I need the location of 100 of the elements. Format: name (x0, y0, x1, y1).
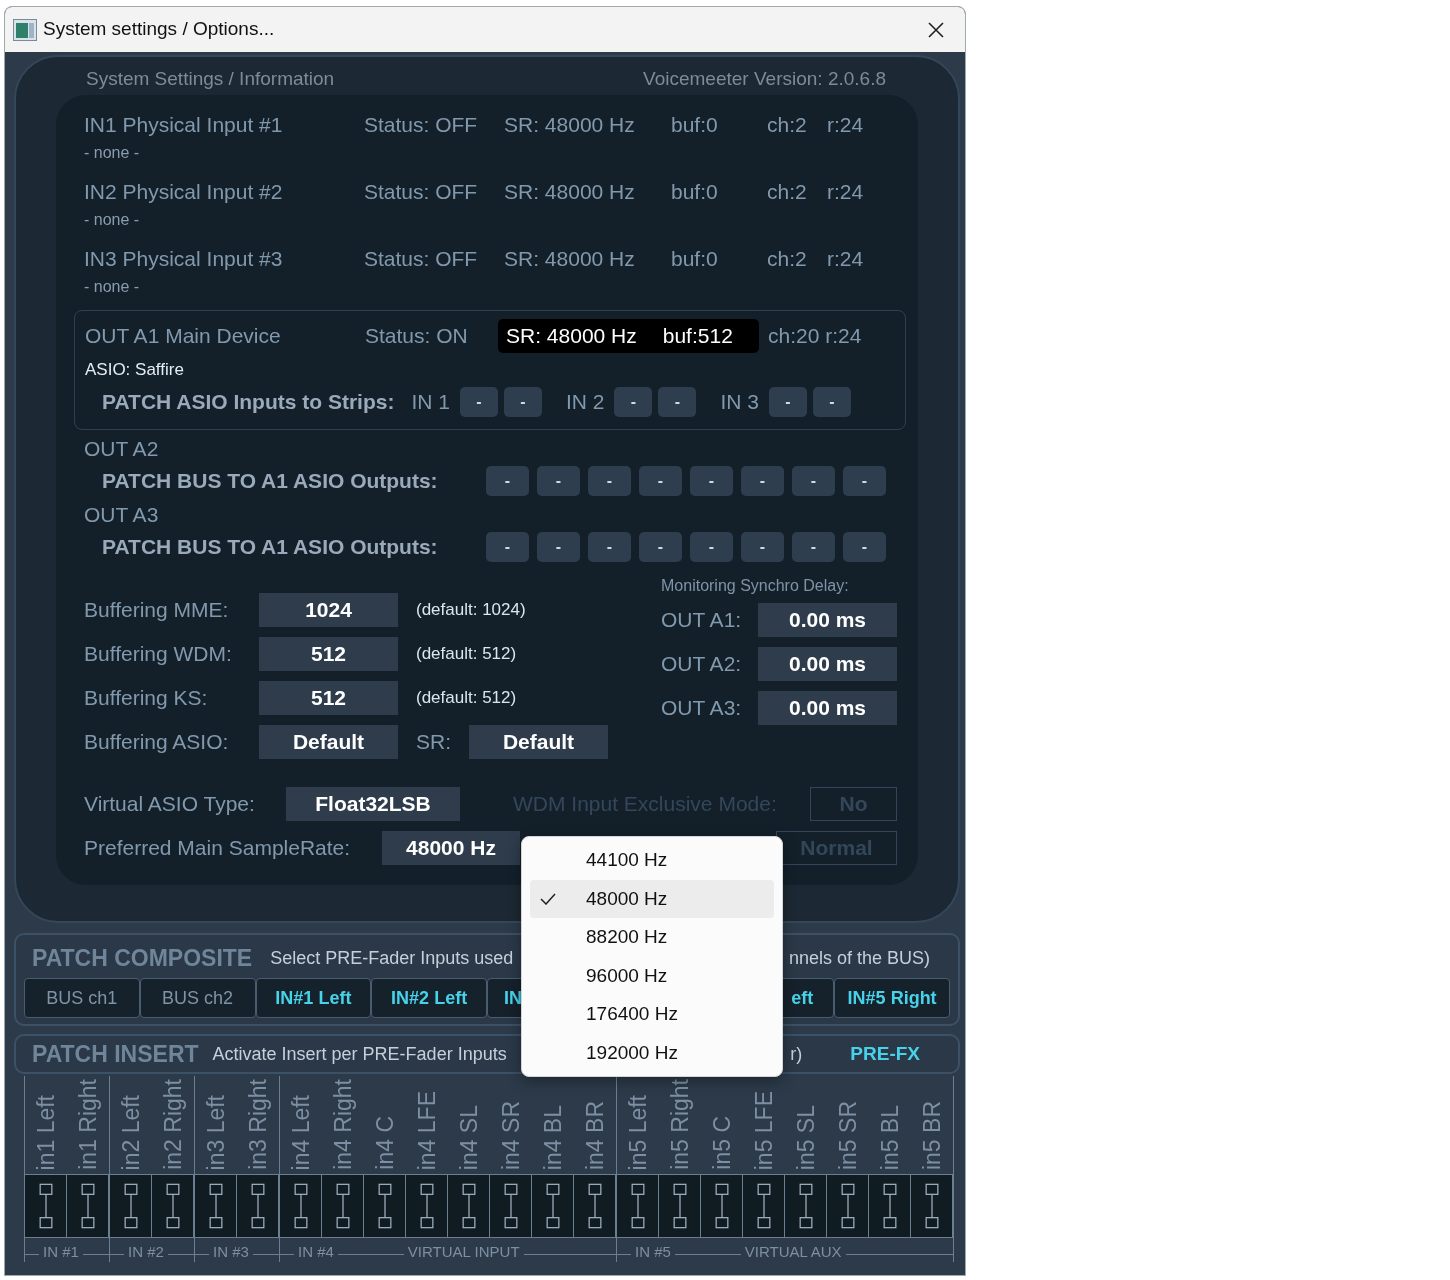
patch-button[interactable]: - (813, 387, 851, 417)
patch-button[interactable]: - (690, 466, 733, 496)
section-title: PATCH INSERT (32, 1039, 199, 1069)
description-text: r) (790, 1042, 803, 1066)
patch-button[interactable]: - (741, 532, 784, 562)
close-icon (927, 20, 945, 39)
patch-button[interactable]: - (588, 532, 631, 562)
delay-label: OUT A1: (661, 607, 743, 634)
group-label: IN #2 (128, 1244, 164, 1259)
sample-rate-text: SR: 48000 Hz (504, 179, 636, 206)
status-text: Status: OFF (364, 112, 479, 139)
patch-button[interactable]: - (792, 466, 835, 496)
buffer-text: buf:0 (671, 112, 719, 139)
buffer-field[interactable]: 1024 (259, 593, 398, 627)
device-name: - none - (84, 211, 140, 228)
sample-rate-label: Preferred Main SampleRate: (84, 835, 352, 862)
patch-button[interactable]: - (843, 466, 886, 496)
buffer-text: buf:512 (662, 323, 733, 350)
patch-button[interactable]: - (588, 466, 631, 496)
device-name: - none - (84, 144, 140, 161)
status-text: Status: ON (365, 323, 469, 350)
input-name: IN2 Physical Input #2 (84, 179, 284, 206)
patch-label: PATCH BUS TO A1 ASIO Outputs: (102, 534, 439, 561)
output-name: OUT A2 (84, 437, 159, 460)
channel-label: in4 C (372, 1116, 398, 1170)
delay-label: OUT A2: (661, 651, 743, 678)
buffer-text: buf:0 (671, 246, 719, 273)
buffer-label: Buffering WDM: (84, 641, 233, 668)
patch-button[interactable]: - (658, 387, 697, 417)
default-note: (default: 1024) (416, 599, 526, 622)
status-text: Status: OFF (364, 179, 479, 206)
patch-button[interactable]: - (537, 532, 580, 562)
check-icon (540, 892, 556, 905)
output-name: OUT A3 (84, 503, 159, 526)
asio-type-field[interactable]: Float32LSB (286, 787, 460, 821)
patch-button[interactable]: - (503, 387, 542, 417)
buffer-text: buf:0 (671, 179, 719, 206)
composite-button[interactable]: IN#5 Right (834, 978, 950, 1018)
patch-button[interactable]: - (614, 387, 653, 417)
channels-text: ch:20 r:24 (768, 323, 862, 350)
sample-rate-field[interactable]: 48000 Hz (382, 831, 520, 865)
menu-item[interactable]: 96000 Hz (530, 956, 774, 995)
group-label: IN #3 (213, 1244, 249, 1259)
group-label: IN #1 (43, 1244, 79, 1259)
channel-label: in1 Right (75, 1079, 101, 1170)
channel-label: in5 SR (835, 1100, 861, 1170)
patch-button[interactable]: - (486, 532, 529, 562)
group-label: VIRTUAL AUX (744, 1244, 842, 1259)
delay-field[interactable]: 0.00 ms (758, 647, 897, 681)
composite-button[interactable]: BUS ch1 (24, 978, 140, 1018)
channel-label: in4 Left (288, 1094, 314, 1170)
sample-rate-text: SR: 48000 Hz (504, 246, 636, 273)
delay-field[interactable]: 0.00 ms (758, 691, 897, 725)
patch-button[interactable]: - (537, 466, 580, 496)
composite-button[interactable]: IN#1 Left (255, 978, 372, 1018)
channel-label: in5 Left (625, 1094, 651, 1170)
panel-title: System Settings / Information (86, 67, 335, 91)
group-label: IN #4 (298, 1244, 334, 1259)
mode-text: PRE-FX (850, 1041, 920, 1066)
resolution-text: r:24 (827, 179, 865, 206)
asio-type-label: Virtual ASIO Type: (84, 791, 256, 818)
channel-label: in4 BR (582, 1100, 608, 1170)
channels-text: ch:2 (767, 179, 808, 206)
menu-item[interactable]: 48000 Hz (530, 879, 774, 918)
channel-label: in3 Left (203, 1094, 229, 1170)
status-text: Status: OFF (364, 246, 479, 273)
channel-label: in5 C (709, 1116, 735, 1170)
patch-button[interactable]: - (459, 387, 498, 417)
channel-label: in4 BL (540, 1104, 566, 1170)
patch-button[interactable]: - (639, 466, 682, 496)
buffer-field[interactable]: Default (259, 725, 398, 759)
patch-button[interactable]: - (843, 532, 886, 562)
channel-label: in5 LFE (751, 1090, 777, 1170)
buffer-field[interactable]: 512 (259, 637, 398, 671)
input-label: IN 3 (720, 389, 759, 416)
patch-button[interactable]: - (690, 532, 733, 562)
channel-label: in4 Right (330, 1079, 356, 1170)
menu-item[interactable]: 192000 Hz (530, 1033, 774, 1072)
channel-label: in3 Right (245, 1079, 271, 1170)
patch-button[interactable]: - (792, 532, 835, 562)
patch-button[interactable]: - (741, 466, 784, 496)
resolution-text: r:24 (827, 112, 865, 139)
delay-field[interactable]: 0.00 ms (758, 603, 897, 637)
patch-button[interactable]: - (639, 532, 682, 562)
patch-button[interactable]: - (486, 466, 529, 496)
patch-button[interactable]: - (769, 387, 807, 417)
menu-item[interactable]: 44100 Hz (530, 841, 774, 880)
channel-label: in1 Left (33, 1094, 59, 1170)
channel-label: in2 Right (160, 1079, 186, 1170)
section-title: Monitoring Synchro Delay: (661, 576, 850, 596)
menu-item[interactable]: 88200 Hz (530, 918, 774, 957)
buffer-field[interactable]: 512 (259, 681, 398, 715)
app-icon (13, 18, 37, 41)
input-label: IN 1 (411, 389, 450, 416)
channel-label: in4 SL (456, 1104, 482, 1170)
menu-item[interactable]: 176400 Hz (530, 995, 774, 1034)
sample-rate-field[interactable]: Default (469, 725, 608, 759)
composite-button[interactable]: BUS ch2 (139, 978, 256, 1018)
composite-button[interactable]: IN#2 Left (371, 978, 487, 1018)
buffer-label: Buffering ASIO: (84, 729, 230, 756)
